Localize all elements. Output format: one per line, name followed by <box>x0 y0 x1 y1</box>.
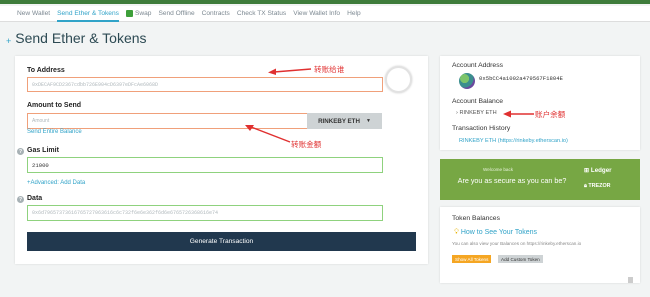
account-address-value: 0x5bCC4a1002a479567F1804E <box>479 75 563 82</box>
gas-limit-input[interactable]: 21000 <box>27 157 383 173</box>
send-entire-balance-link[interactable]: Send Entire Balance <box>27 129 82 135</box>
promo-welcome-text: Welcome back <box>483 167 514 172</box>
annotation-to-address: 转账给谁 <box>314 65 345 74</box>
annotation-amount: 转账金额 <box>291 140 322 149</box>
data-label: Data <box>27 195 43 202</box>
gas-limit-info-icon[interactable]: ? <box>17 148 24 155</box>
add-custom-token-button[interactable]: Add Custom Token <box>498 255 543 263</box>
currency-dropdown[interactable]: RINKEBY ETH ▼ <box>307 113 382 129</box>
account-address-label: Account Address <box>452 62 504 69</box>
annotation-arrow-balance <box>503 110 534 118</box>
top-accent-bar <box>0 0 650 4</box>
nav-swap[interactable]: Swap <box>125 6 152 22</box>
nav-swap-label: Swap <box>134 9 152 17</box>
transaction-history-link[interactable]: RINKEBY ETH (https://rinkeby.etherscan.i… <box>459 138 568 144</box>
main-nav: New Wallet Send Ether & Tokens Swap Send… <box>0 6 650 22</box>
account-balance-label: Account Balance <box>452 98 504 105</box>
address-identicon <box>385 66 412 93</box>
show-all-tokens-button[interactable]: Show All Tokens <box>452 255 492 263</box>
nav-send-ether-tokens[interactable]: Send Ether & Tokens <box>57 6 119 22</box>
data-input[interactable]: 0x6d79657373616765727063616c6c732f6e6e36… <box>27 205 383 221</box>
chevron-right-icon: › <box>456 110 458 116</box>
trezor-brand-text: TREZOR <box>588 183 611 189</box>
plus-icon: + <box>6 35 12 46</box>
currency-label: RINKEBY ETH <box>318 117 360 125</box>
nav-view-wallet-info[interactable]: View Wallet Info <box>293 6 340 22</box>
how-to-see-tokens-link: How to See Your Tokens <box>460 229 538 236</box>
trezor-logo-icon: 🔒︎ <box>584 183 587 189</box>
ledger-brand: ⊞ Ledger <box>584 167 612 174</box>
nav-new-wallet[interactable]: New Wallet <box>17 6 50 22</box>
page-title: + Send Ether & Tokens <box>6 30 147 46</box>
gas-limit-label: Gas Limit <box>27 147 59 154</box>
nav-contracts[interactable]: Contracts <box>202 6 230 22</box>
annotation-arrow-amount <box>245 125 291 143</box>
amount-label: Amount to Send <box>27 102 82 109</box>
to-address-label: To Address <box>27 67 65 74</box>
nav-check-tx-status[interactable]: Check TX Status <box>237 6 286 22</box>
token-balances-title: Token Balances <box>452 215 500 222</box>
generate-transaction-button[interactable]: Generate Transaction <box>27 232 416 251</box>
promo-headline: Are you as secure as you can be? <box>457 176 567 185</box>
transaction-history-label: Transaction History <box>452 125 511 132</box>
annotation-balance: 账户余额 <box>535 110 566 119</box>
nav-help[interactable]: Help <box>347 6 361 22</box>
tokens-subtext: You can also view your Balances on https… <box>452 241 582 246</box>
trezor-brand: 🔒︎ TREZOR <box>584 183 611 190</box>
ledger-brand-text: Ledger <box>590 167 612 174</box>
annotation-arrow-to-address <box>268 68 312 75</box>
lightbulb-icon: 💡︎ <box>454 229 459 236</box>
account-balance-row: › RINKEBY ETH <box>456 110 497 116</box>
nav-send-offline[interactable]: Send Offline <box>158 6 194 22</box>
swap-logo-icon <box>125 10 133 17</box>
to-address-input[interactable]: 0xDECAF9CD2367cdbb726E904cD6397eDFcAe606… <box>27 77 383 92</box>
advanced-add-data-link[interactable]: +Advanced: Add Data <box>27 180 85 186</box>
ledger-logo-icon: ⊞ <box>584 167 590 174</box>
account-identicon <box>459 73 475 89</box>
page-title-text: Send Ether & Tokens <box>15 30 147 46</box>
account-balance-value: RINKEBY ETH <box>459 110 497 116</box>
chevron-down-icon: ▼ <box>365 118 371 124</box>
scrollbar[interactable] <box>628 277 633 283</box>
data-info-icon[interactable]: ? <box>17 196 24 203</box>
how-to-see-tokens-row[interactable]: 💡︎ How to See Your Tokens <box>454 229 537 237</box>
